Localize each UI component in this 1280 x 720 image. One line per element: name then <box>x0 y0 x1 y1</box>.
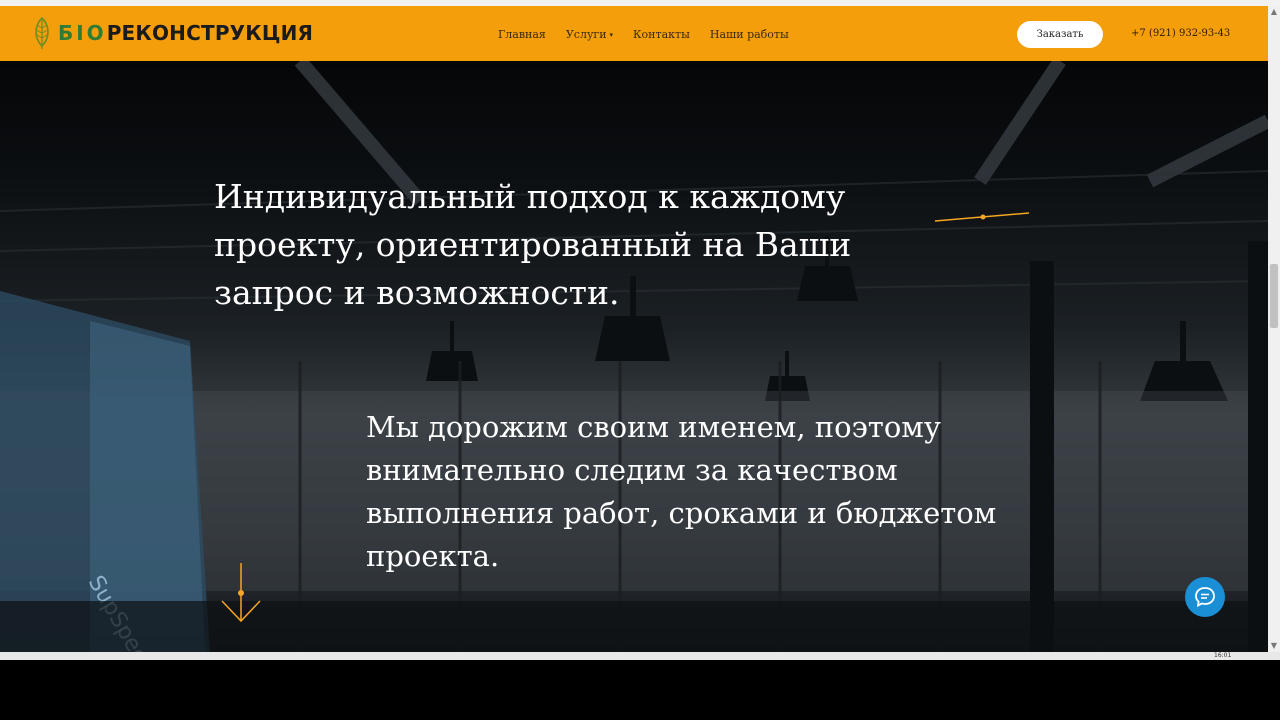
taskbar-clock: 16:01 <box>1214 652 1232 659</box>
logo-text: БIOРЕКОНСТРУКЦИЯ <box>58 21 313 45</box>
phone-link[interactable]: +7 (921) 932-93-43 <box>1131 28 1230 39</box>
nav-item-contacts[interactable]: Контакты <box>633 28 690 41</box>
hero-subtext: Мы дорожим своим именем, поэтому внимате… <box>366 410 997 573</box>
site-header: БIOРЕКОНСТРУКЦИЯ Главная Услуги ▾ Контакт… <box>0 6 1268 61</box>
nav-item-home[interactable]: Главная <box>498 28 546 41</box>
chat-button[interactable] <box>1185 577 1225 617</box>
logo[interactable]: БIOРЕКОНСТРУКЦИЯ <box>32 15 313 51</box>
nav-item-services[interactable]: Услуги ▾ <box>566 28 613 41</box>
arrow-down-icon[interactable] <box>220 561 264 625</box>
hero-section: SupSpeed Индивидуальный подход к каждому… <box>0 61 1268 652</box>
logo-name: РЕКОНСТРУКЦИЯ <box>106 21 314 45</box>
os-taskbar: 16:01 <box>0 652 1280 660</box>
scroll-up-icon[interactable]: ▲ <box>1270 8 1278 16</box>
scrollbar-thumb[interactable] <box>1270 264 1278 328</box>
nav-item-our-works[interactable]: Наши работы <box>710 28 789 41</box>
logo-prefix: БIO <box>58 21 107 45</box>
decorative-line <box>934 212 1030 222</box>
order-button[interactable]: Заказать <box>1017 21 1103 48</box>
hero-headline: Индивидуальный подход к каждому проекту,… <box>214 177 852 312</box>
chat-bubble-icon <box>1195 587 1215 608</box>
screen-bottom-area <box>0 660 1280 720</box>
leaf-icon <box>35 16 49 49</box>
scroll-down-icon[interactable]: ▼ <box>1270 642 1278 650</box>
nav-item-services-label: Услуги <box>565 28 607 41</box>
main-nav: Главная Услуги ▾ Контакты Наши работы <box>498 28 789 41</box>
page-scrollbar[interactable]: ▲ ▼ <box>1268 6 1280 652</box>
chevron-down-icon: ▾ <box>609 31 614 39</box>
